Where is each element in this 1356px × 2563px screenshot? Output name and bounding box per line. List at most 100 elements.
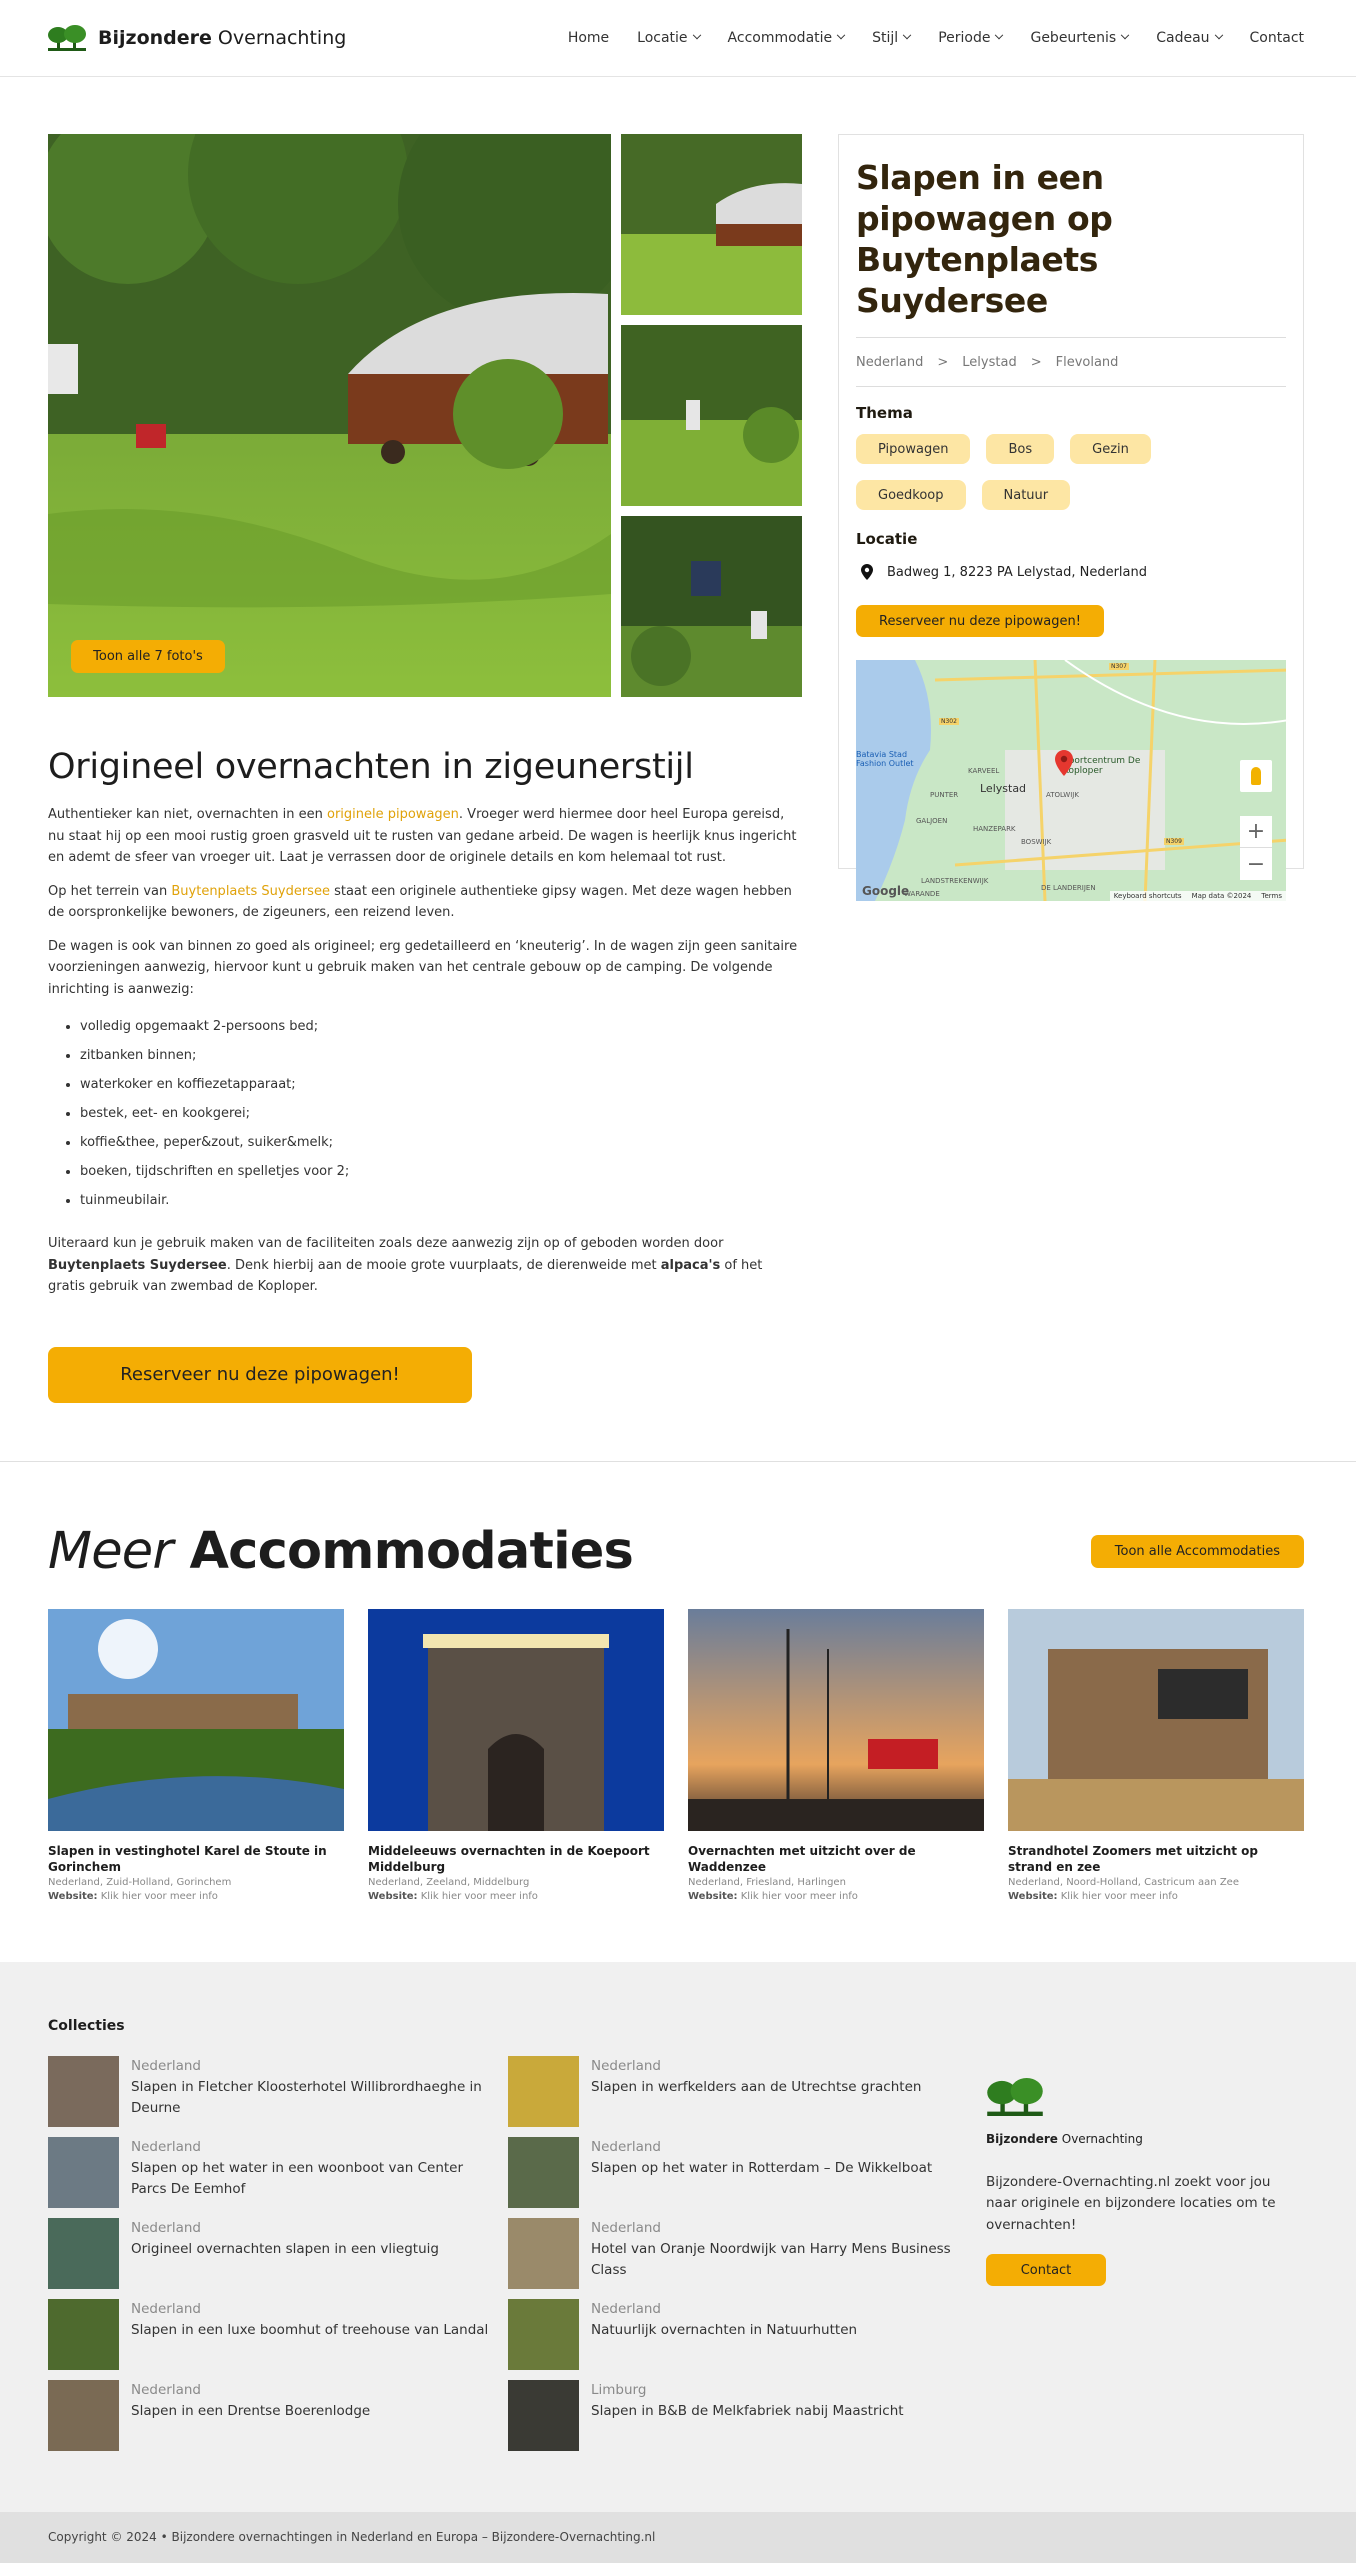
breadcrumb: Nederland > Lelystad > Flevoland bbox=[856, 355, 1286, 370]
collection-title: Slapen in een Drentse Boerenlodge bbox=[131, 2402, 371, 2419]
collection-item[interactable]: Nederland Hotel van Oranje Noordwijk van … bbox=[508, 2217, 968, 2290]
collection-item[interactable]: Nederland Slapen in een Drentse Boerenlod… bbox=[48, 2379, 508, 2452]
article-paragraph-3: De wagen is ook van binnen zo goed als o… bbox=[48, 938, 798, 997]
chevron-down-icon bbox=[902, 30, 912, 40]
collection-title: Slapen in werfkelders aan de Utrechtse g… bbox=[591, 2078, 922, 2095]
list-item: zitbanken binnen; bbox=[80, 1041, 802, 1070]
show-all-accommodations-button[interactable]: Toon alle Accommodaties bbox=[1090, 1534, 1304, 1568]
map-label: Batavia Stad Fashion Outlet bbox=[856, 750, 914, 768]
nav-cadeau[interactable]: Cadeau bbox=[1156, 30, 1223, 46]
info-sidebar: Slapen in een pipowagen op Buytenplaets … bbox=[838, 134, 1304, 901]
nav-contact[interactable]: Contact bbox=[1250, 30, 1304, 46]
zoom-in-button[interactable]: + bbox=[1240, 816, 1272, 848]
buytenplaets-link[interactable]: Buytenplaets Suydersee bbox=[171, 884, 330, 899]
location-heading: Locatie bbox=[856, 530, 918, 548]
gallery-main-photo[interactable]: Toon alle 7 foto's bbox=[48, 134, 611, 697]
main-nav: Home Locatie Accommodatie Stijl Periode … bbox=[568, 30, 1304, 46]
collection-item[interactable]: Nederland Slapen in een luxe boomhut of t… bbox=[48, 2298, 508, 2371]
chevron-down-icon bbox=[995, 30, 1004, 40]
map-pin-icon bbox=[861, 564, 873, 580]
collection-item[interactable]: Nederland Natuurlijk overnachten in Natuu… bbox=[508, 2298, 968, 2371]
collection-region: Nederland bbox=[591, 2138, 661, 2155]
collection-region: Nederland bbox=[131, 2057, 201, 2074]
collection-title: Slapen in een luxe boomhut of treehouse … bbox=[131, 2321, 489, 2338]
address-text: Badweg 1, 8223 PA Lelystad, Nederland bbox=[887, 564, 1147, 580]
reserve-button-large[interactable]: Reserveer nu deze pipowagen! bbox=[48, 1346, 472, 1403]
collection-item[interactable]: Nederland Slapen op het water in een woon… bbox=[48, 2136, 508, 2209]
collection-title: Origineel overnachten slapen in een vlie… bbox=[131, 2240, 439, 2257]
terms-link[interactable]: Terms bbox=[1261, 892, 1282, 900]
hero-section: Toon alle 7 foto's Origineel overnachten… bbox=[0, 77, 1356, 1403]
show-all-photos-button[interactable]: Toon alle 7 foto's bbox=[71, 640, 225, 673]
gallery-thumb-3[interactable] bbox=[621, 516, 802, 697]
accommodation-card[interactable]: Overnachten met uitzicht over de Waddenz… bbox=[688, 1608, 984, 1902]
collection-item[interactable]: Nederland Slapen in werfkelders aan de Ut… bbox=[508, 2055, 968, 2128]
tag-goedkoop[interactable]: Goedkoop bbox=[856, 480, 966, 510]
breadcrumb-lelystad[interactable]: Lelystad bbox=[962, 355, 1016, 370]
trees-logo-icon bbox=[48, 25, 86, 51]
tag-bos[interactable]: Bos bbox=[986, 434, 1055, 464]
card-title: Slapen in vestinghotel Karel de Stoute i… bbox=[48, 1843, 327, 1874]
nav-home[interactable]: Home bbox=[568, 30, 609, 46]
more-accommodations: Meer Accommodaties Toon alle Accommodati… bbox=[0, 1462, 1356, 1962]
street-view-pegman-icon[interactable] bbox=[1240, 760, 1272, 792]
list-item: waterkoker en koffiezetapparaat; bbox=[80, 1070, 802, 1099]
chevron-down-icon bbox=[1214, 30, 1223, 40]
map-data-text: Map data ©2024 bbox=[1191, 892, 1252, 900]
nav-locatie[interactable]: Locatie bbox=[637, 30, 701, 46]
article-paragraph-2: Op het terrein van Buytenplaets Suyderse… bbox=[48, 883, 792, 921]
collection-region: Nederland bbox=[591, 2219, 661, 2236]
gallery-thumb-1[interactable] bbox=[621, 134, 802, 315]
site-footer: Collecties Nederland Slapen in Fletcher K… bbox=[0, 1961, 1356, 2512]
map-label: PUNTER bbox=[930, 791, 959, 799]
collection-item[interactable]: Nederland Origineel overnachten slapen in… bbox=[48, 2217, 508, 2290]
keyboard-shortcuts-link[interactable]: Keyboard shortcuts bbox=[1114, 892, 1182, 900]
tag-natuur[interactable]: Natuur bbox=[981, 480, 1071, 510]
accommodation-card[interactable]: Middeleeuws overnachten in de Koepoort M… bbox=[368, 1608, 664, 1902]
collection-title: Slapen op het water in Rotterdam – De Wi… bbox=[591, 2159, 933, 2176]
more-header: Meer Accommodaties Toon alle Accommodati… bbox=[48, 1522, 1304, 1581]
reserve-button[interactable]: Reserveer nu deze pipowagen! bbox=[856, 605, 1104, 637]
nav-gebeurtenis[interactable]: Gebeurtenis bbox=[1030, 30, 1130, 46]
nav-accommodatie[interactable]: Accommodatie bbox=[728, 30, 846, 46]
map-label: DE LANDERIJEN bbox=[1041, 884, 1096, 892]
breadcrumb-nederland[interactable]: Nederland bbox=[856, 355, 923, 370]
site-logo[interactable]: Bijzondere Overnachting bbox=[48, 25, 346, 51]
tag-gezin[interactable]: Gezin bbox=[1070, 434, 1151, 464]
accommodation-card[interactable]: Slapen in vestinghotel Karel de Stoute i… bbox=[48, 1608, 344, 1902]
accommodation-card[interactable]: Strandhotel Zoomers met uitzicht op stra… bbox=[1008, 1608, 1304, 1902]
tag-pipowagen[interactable]: Pipowagen bbox=[856, 434, 971, 464]
collection-title: Natuurlijk overnachten in Natuurhutten bbox=[591, 2321, 858, 2338]
pipowagen-link[interactable]: originele pipowagen bbox=[327, 807, 459, 822]
contact-button[interactable]: Contact bbox=[986, 2254, 1106, 2286]
list-item: bestek, eet- en kookgerei; bbox=[80, 1099, 802, 1128]
nav-stijl[interactable]: Stijl bbox=[872, 30, 912, 46]
collection-item[interactable]: Limburg Slapen in B&B de Melkfabriek nabi… bbox=[508, 2379, 968, 2452]
article-paragraph-4: Uiteraard kun je gebruik maken van de fa… bbox=[48, 1236, 763, 1294]
location-map[interactable]: Lelystad Sportcentrum De Koploper KARVEE… bbox=[856, 660, 1286, 901]
map-label: KARVEEL bbox=[968, 767, 1000, 775]
facilities-list: volledig opgemaakt 2-persoons bed; zitba… bbox=[80, 1012, 802, 1215]
map-label: GALJOEN bbox=[916, 817, 948, 825]
collection-region: Nederland bbox=[131, 2300, 201, 2317]
collection-thumb bbox=[48, 2298, 119, 2370]
collection-item[interactable]: Nederland Slapen in Fletcher Kloosterhote… bbox=[48, 2055, 508, 2128]
article-paragraph-1: Authentieker kan niet, overnachten in ee… bbox=[48, 807, 797, 865]
chevron-down-icon bbox=[836, 30, 846, 40]
photo-gallery: Toon alle 7 foto's bbox=[48, 134, 802, 697]
collection-title: Slapen op het water in een woonboot van … bbox=[131, 2159, 464, 2197]
list-item: boeken, tijdschriften en spelletjes voor… bbox=[80, 1157, 802, 1186]
list-item: volledig opgemaakt 2-persoons bed; bbox=[80, 1012, 802, 1041]
breadcrumb-flevoland[interactable]: Flevoland bbox=[1056, 355, 1119, 370]
zoom-out-button[interactable]: − bbox=[1240, 848, 1272, 880]
collections-heading: Collecties bbox=[48, 2017, 125, 2034]
card-website: Website: Klik hier voor meer info bbox=[1008, 1890, 1178, 1902]
breadcrumb-separator: > bbox=[1030, 355, 1042, 370]
collection-thumb bbox=[508, 2217, 579, 2289]
nav-periode[interactable]: Periode bbox=[938, 30, 1004, 46]
collection-item[interactable]: Nederland Slapen op het water in Rotterda… bbox=[508, 2136, 968, 2209]
map-label-poi: Sportcentrum De Koploper bbox=[1063, 756, 1141, 776]
gallery-thumb-2[interactable] bbox=[621, 325, 802, 506]
collection-title: Slapen in Fletcher Kloosterhotel Willibr… bbox=[131, 2078, 482, 2116]
card-title: Middeleeuws overnachten in de Koepoort M… bbox=[368, 1843, 650, 1874]
